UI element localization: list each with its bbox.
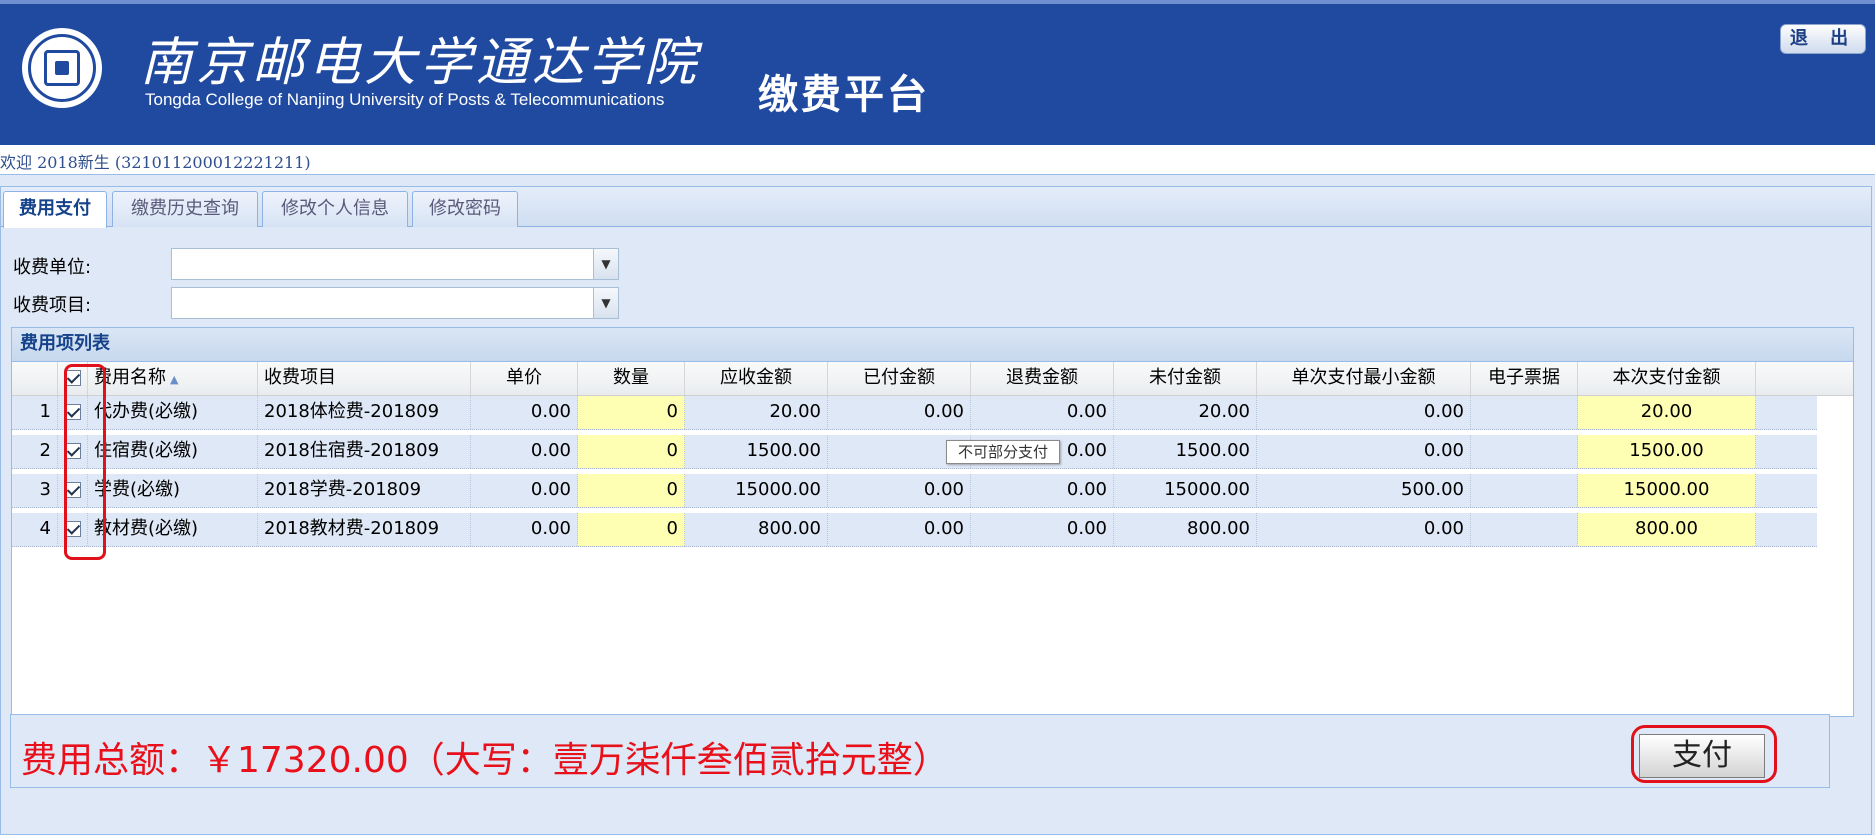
college-name-cn: 南京邮电大学通达学院 [140,33,701,93]
app-header: 南京邮电大学通达学院 Tongda College of Nanjing Uni… [0,0,1875,145]
unit-combo[interactable]: ▼ [171,248,619,280]
college-name-en: Tongda College of Nanjing University of … [145,90,665,109]
quantity-cell[interactable]: 0 [578,396,685,429]
table-row[interactable]: 2 住宿费(必缴) 2018住宿费-201809 0.00 0 1500.00 … [12,435,1817,469]
table-row[interactable]: 3 学费(必缴) 2018学费-201809 0.00 0 15000.00 0… [12,474,1817,508]
table-row[interactable]: 1 代办费(必缴) 2018体检费-201809 0.00 0 20.00 0.… [12,396,1817,430]
grid-header: 费用名称 ▲ 收费项目 单价 数量 应收金额 已付金额 退费金额 未付金额 单次支… [12,362,1853,396]
col-charge-item[interactable]: 收费项目 [258,362,471,395]
table-row[interactable]: 4 教材费(必缴) 2018教材费-201809 0.00 0 800.00 0… [12,513,1817,547]
college-logo-icon [22,28,102,108]
welcome-bar: 欢迎 2018新生 (321011200012221211) [0,145,1875,175]
col-fee-name[interactable]: 费用名称 ▲ [88,362,258,395]
total-amount-text: 费用总额：￥17320.00（大写：壹万柒仟叁佰贰拾元整） [21,740,949,781]
quantity-cell[interactable]: 0 [578,435,685,468]
item-label: 收费项目: [13,295,92,316]
pay-now-cell[interactable]: 15000.00 [1578,474,1756,507]
pay-now-cell[interactable]: 20.00 [1578,396,1756,429]
col-refund[interactable]: 退费金额 [971,362,1114,395]
logout-button[interactable]: 退 出 [1780,24,1866,54]
item-combo[interactable]: ▼ [171,287,619,319]
col-quantity[interactable]: 数量 [578,362,685,395]
sort-asc-icon: ▲ [170,373,179,386]
fee-grid: 费用项列表 费用名称 ▲ 收费项目 单价 数量 应收金额 已付金额 退费金额 未付… [11,327,1854,717]
tab-fee-payment[interactable]: 费用支付 [3,191,107,228]
col-receipt[interactable]: 电子票据 [1471,362,1578,395]
partial-pay-tooltip: 不可部分支付 [946,440,1060,464]
chevron-down-icon[interactable]: ▼ [593,288,618,318]
total-bar: 费用总额：￥17320.00（大写：壹万柒仟叁佰贰拾元整） [10,714,1830,788]
col-unit-price[interactable]: 单价 [471,362,578,395]
col-pay-now[interactable]: 本次支付金额 [1578,362,1756,395]
col-min-pay[interactable]: 单次支付最小金额 [1257,362,1471,395]
quantity-cell[interactable]: 0 [578,474,685,507]
platform-title: 缴费平台 [758,72,930,118]
grid-title: 费用项列表 [12,328,1853,362]
welcome-text: 欢迎 2018新生 (321011200012221211) [0,153,311,172]
chevron-down-icon[interactable]: ▼ [593,249,618,279]
quantity-cell[interactable]: 0 [578,513,685,546]
tab-edit-profile[interactable]: 修改个人信息 [262,191,408,227]
tab-strip: 费用支付 缴费历史查询 修改个人信息 修改密码 [1,187,1871,228]
col-unpaid[interactable]: 未付金额 [1114,362,1257,395]
tab-change-password[interactable]: 修改密码 [412,191,518,227]
pay-now-cell[interactable]: 1500.00 [1578,435,1756,468]
checkbox-highlight-box [64,364,106,560]
unit-label: 收费单位: [13,257,92,278]
pay-now-cell[interactable]: 800.00 [1578,513,1756,546]
pay-highlight-box [1631,725,1777,783]
col-due[interactable]: 应收金额 [685,362,828,395]
tab-payment-history[interactable]: 缴费历史查询 [112,191,258,227]
col-paid[interactable]: 已付金额 [828,362,971,395]
